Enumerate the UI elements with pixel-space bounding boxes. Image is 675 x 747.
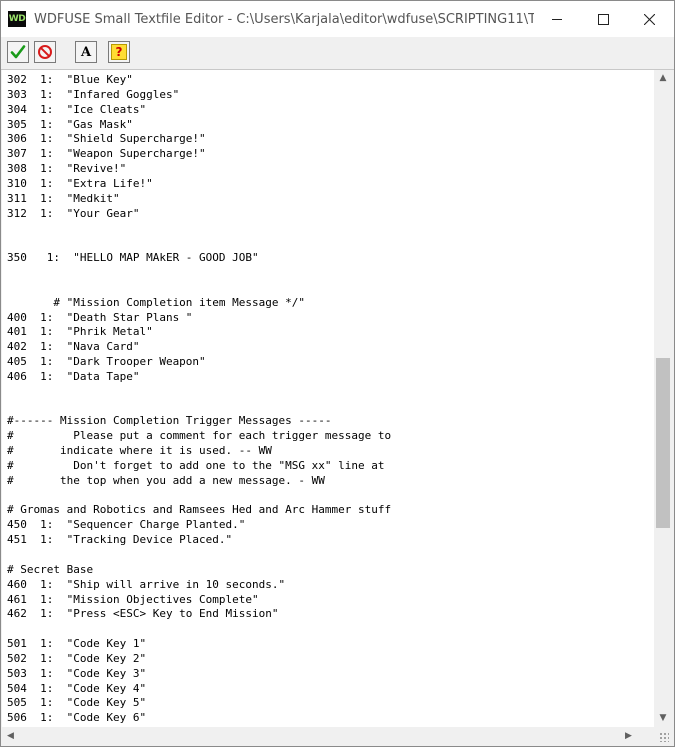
editor-text[interactable]: 302 1: "Blue Key" 303 1: "Infared Goggle… [2,70,654,726]
no-entry-icon [38,45,52,59]
scroll-down-icon[interactable]: ▼ [654,710,672,727]
font-icon: A [80,44,92,60]
window-title: WDFUSE Small Textfile Editor - C:\Users\… [34,11,534,27]
help-icon: ? [111,44,127,60]
scroll-up-icon[interactable]: ▲ [654,70,672,87]
scroll-left-icon[interactable]: ◀ [2,727,19,745]
minimize-button[interactable] [534,1,580,37]
vertical-scrollbar[interactable]: ▲ ▼ [654,70,672,727]
resize-grip-icon [659,732,669,742]
maximize-button[interactable] [580,1,626,37]
text-editor[interactable]: 302 1: "Blue Key" 303 1: "Infared Goggle… [2,70,654,727]
scroll-right-icon[interactable]: ▶ [620,727,637,745]
cancel-button[interactable] [34,41,56,63]
resize-grip[interactable] [654,727,672,745]
app-logo-icon: WD [8,11,26,27]
checkmark-icon [10,45,26,59]
ok-button[interactable] [7,41,29,63]
editor-window: WD WDFUSE Small Textfile Editor - C:\Use… [0,0,675,747]
help-button[interactable]: ? [108,41,130,63]
font-button[interactable]: A [75,41,97,63]
maximize-icon [597,13,609,25]
close-button[interactable] [626,1,672,37]
close-icon [643,13,655,25]
toolbar: A ? [1,37,674,70]
vertical-scroll-thumb[interactable] [656,358,670,528]
title-bar[interactable]: WD WDFUSE Small Textfile Editor - C:\Use… [1,1,674,37]
minimize-icon [552,18,562,20]
horizontal-scrollbar[interactable]: ◀ ▶ [2,727,654,745]
